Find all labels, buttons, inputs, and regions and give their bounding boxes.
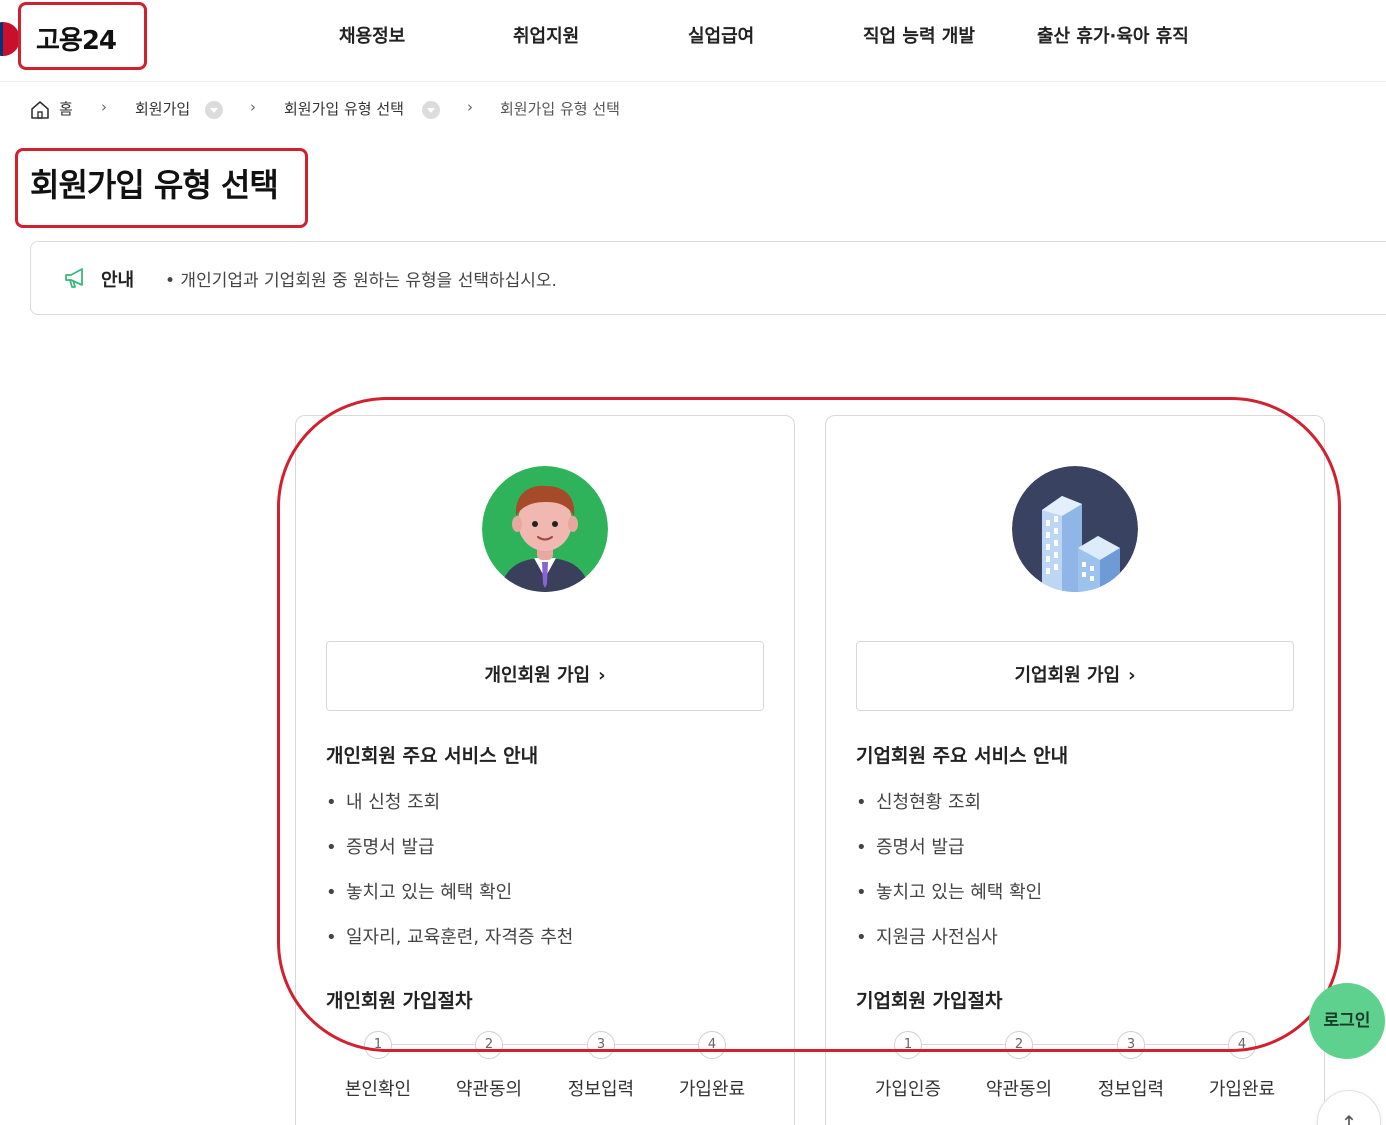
chevron-down-icon[interactable]: [422, 101, 440, 119]
company-process-title: 기업회원 가입절차: [856, 990, 1003, 1012]
step-number: 4: [1228, 1031, 1256, 1059]
login-floating-button[interactable]: 로그인: [1309, 983, 1385, 1059]
breadcrumb-home[interactable]: 홈: [59, 98, 73, 119]
step-number: 1: [894, 1031, 922, 1059]
notice-label: 안내: [101, 270, 135, 291]
company-join-label: 기업회원 가입: [1014, 665, 1121, 686]
step-label: 가입완료: [678, 1079, 746, 1100]
building-avatar-icon: [1012, 466, 1138, 592]
list-item: 증명서 발급: [856, 833, 1042, 878]
company-join-button[interactable]: 기업회원 가입 ›: [856, 641, 1294, 711]
step-item: 3 정보입력: [545, 1031, 657, 1101]
arrow-up-icon[interactable]: ↑: [1317, 1090, 1381, 1125]
chevron-right-icon: ›: [101, 98, 107, 116]
nav-item-skills-development[interactable]: 직업 능력 개발: [863, 22, 975, 48]
step-number: 4: [698, 1031, 726, 1059]
home-icon[interactable]: [30, 100, 50, 120]
chevron-right-icon: ›: [1128, 665, 1136, 686]
breadcrumb-signup-type[interactable]: 회원가입 유형 선택: [284, 98, 404, 119]
nav-item-employment-support[interactable]: 취업지원: [513, 22, 579, 48]
personal-service-list: 내 신청 조회 증명서 발급 놓치고 있는 혜택 확인 일자리, 교육훈련, 자…: [326, 788, 573, 968]
personal-service-title: 개인회원 주요 서비스 안내: [326, 745, 539, 767]
breadcrumb-current: 회원가입 유형 선택: [500, 100, 620, 118]
step-item: 3 정보입력: [1075, 1031, 1187, 1101]
nav-item-unemployment-benefit[interactable]: 실업급여: [688, 22, 754, 48]
step-label: 가입완료: [1208, 1079, 1276, 1100]
step-item: 2 약관동의: [433, 1031, 545, 1101]
step-item: 4 가입완료: [1186, 1031, 1298, 1101]
step-item: 1 가입인증: [852, 1031, 964, 1101]
step-label: 가입인증: [874, 1079, 942, 1100]
company-service-list: 신청현황 조회 증명서 발급 놓치고 있는 혜택 확인 지원금 사전심사: [856, 788, 1042, 968]
personal-member-card: 개인회원 가입 › 개인회원 주요 서비스 안내 내 신청 조회 증명서 발급 놓…: [295, 415, 795, 1125]
list-item: 내 신청 조회: [326, 788, 573, 833]
person-avatar-icon: [482, 466, 608, 592]
notice-box: 안내 • 개인기업과 기업회원 중 원하는 유형을 선택하십시오.: [30, 241, 1386, 315]
step-number: 2: [475, 1031, 503, 1059]
chevron-right-icon: ›: [598, 665, 606, 686]
personal-process-title: 개인회원 가입절차: [326, 990, 473, 1012]
step-item: 2 약관동의: [963, 1031, 1075, 1101]
megaphone-icon: [65, 268, 83, 288]
personal-join-button[interactable]: 개인회원 가입 ›: [326, 641, 764, 711]
list-item: 지원금 사전심사: [856, 923, 1042, 968]
taegeuk-logo-icon: [0, 22, 20, 56]
site-logo[interactable]: 고용24: [0, 4, 146, 70]
site-header: 고용24 채용정보 취업지원 실업급여 직업 능력 개발 출산 휴가·육아 휴직: [0, 0, 1386, 82]
list-item: 신청현황 조회: [856, 788, 1042, 833]
step-label: 정보입력: [1097, 1079, 1165, 1100]
step-item: 4 가입완료: [656, 1031, 768, 1101]
logo-text: 고용24: [36, 26, 117, 56]
step-item: 1 본인확인: [322, 1031, 434, 1101]
list-item: 증명서 발급: [326, 833, 573, 878]
list-item: 놓치고 있는 혜택 확인: [326, 878, 573, 923]
notice-text: • 개인기업과 기업회원 중 원하는 유형을 선택하십시오.: [165, 271, 557, 291]
personal-steps: 1 본인확인 2 약관동의 3 정보입력 4 가입완료: [326, 1031, 774, 1100]
chevron-right-icon: ›: [250, 98, 256, 116]
chevron-right-icon: ›: [467, 98, 473, 116]
step-number: 2: [1005, 1031, 1033, 1059]
step-label: 본인확인: [344, 1079, 412, 1100]
step-number: 3: [587, 1031, 615, 1059]
company-steps: 1 가입인증 2 약관동의 3 정보입력 4 가입완료: [856, 1031, 1304, 1100]
step-label: 약관동의: [455, 1079, 523, 1100]
step-label: 약관동의: [985, 1079, 1053, 1100]
chevron-down-icon[interactable]: [205, 101, 223, 119]
step-number: 1: [364, 1031, 392, 1059]
list-item: 놓치고 있는 혜택 확인: [856, 878, 1042, 923]
step-label: 정보입력: [567, 1079, 635, 1100]
nav-item-jobs[interactable]: 채용정보: [339, 22, 405, 48]
nav-item-parental-leave[interactable]: 출산 휴가·육아 휴직: [1037, 22, 1189, 48]
company-member-card: 기업회원 가입 › 기업회원 주요 서비스 안내 신청현황 조회 증명서 발급 놓…: [825, 415, 1325, 1125]
page-title: 회원가입 유형 선택: [30, 166, 279, 204]
personal-join-label: 개인회원 가입: [484, 665, 591, 686]
breadcrumb-signup[interactable]: 회원가입: [135, 98, 190, 119]
step-number: 3: [1117, 1031, 1145, 1059]
company-service-title: 기업회원 주요 서비스 안내: [856, 745, 1069, 767]
list-item: 일자리, 교육훈련, 자격증 추천: [326, 923, 573, 968]
